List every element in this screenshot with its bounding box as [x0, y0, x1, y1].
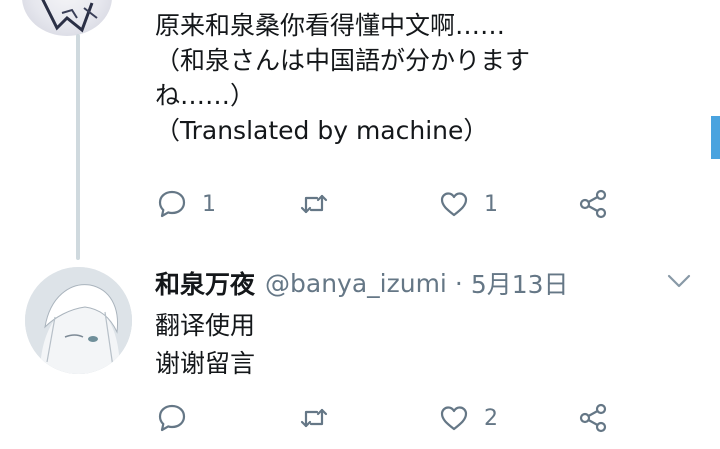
tweet-text-line: ね……）	[155, 81, 256, 110]
share-button[interactable]	[577, 400, 609, 436]
reply-icon	[158, 404, 186, 432]
like-button[interactable]: 1	[438, 186, 498, 222]
tweet-text: 翻译使用 谢谢留言	[155, 307, 255, 383]
share-icon	[579, 403, 607, 433]
reply-icon	[158, 190, 186, 218]
tweet-header: 和泉万夜 @banya_izumi · 5月13日	[155, 265, 569, 301]
retweet-button[interactable]	[298, 400, 344, 436]
avatar-previous-user[interactable]	[22, 0, 112, 36]
retweet-button[interactable]	[298, 186, 344, 222]
heart-icon	[440, 192, 468, 217]
tweet-action-bar: 1 1	[156, 186, 616, 222]
more-options-button[interactable]	[664, 268, 694, 294]
tweet-text-line: 谢谢留言	[155, 349, 256, 378]
tweet-date[interactable]: 5月13日	[471, 265, 569, 301]
reply-button[interactable]: 1	[156, 186, 216, 222]
separator-dot: ·	[454, 268, 463, 298]
scroll-indicator[interactable]	[711, 116, 720, 159]
tweet-action-bar: 2	[156, 400, 616, 436]
reply-count: 1	[202, 191, 216, 217]
like-count: 1	[484, 191, 498, 217]
avatar-banya-izumi[interactable]	[25, 267, 132, 374]
heart-icon	[440, 406, 468, 431]
retweet-icon	[300, 408, 328, 428]
like-count: 2	[484, 405, 498, 431]
retweet-icon	[300, 194, 328, 214]
like-button[interactable]: 2	[438, 400, 498, 436]
thread-connector-line	[76, 34, 80, 260]
share-button[interactable]	[577, 186, 609, 222]
share-icon	[579, 189, 607, 219]
tweet-text: 原来和泉桑你看得懂中文啊…… （和泉さんは中国語が分かります ね……） （Tra…	[155, 8, 625, 148]
user-handle[interactable]: @banya_izumi	[265, 269, 447, 298]
display-name[interactable]: 和泉万夜	[155, 265, 255, 301]
tweet-text-line: （和泉さんは中国語が分かります	[155, 46, 531, 75]
reply-button[interactable]	[156, 400, 202, 436]
chevron-down-icon	[667, 274, 691, 288]
tweet-text-line: （Translated by machine）	[155, 116, 489, 145]
tweet-text-line: 翻译使用	[155, 311, 256, 340]
tweet-text-line: 原来和泉桑你看得懂中文啊……	[155, 11, 506, 40]
